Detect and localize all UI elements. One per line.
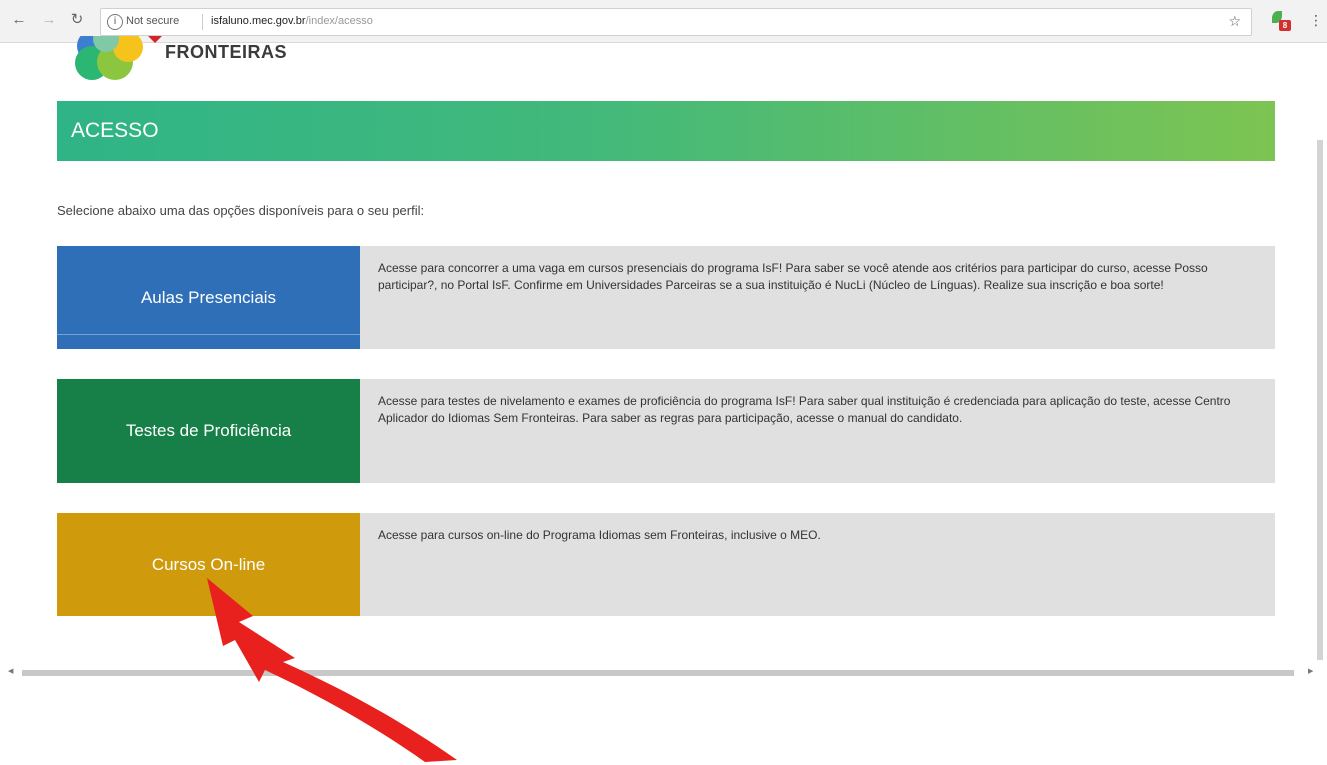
cursos-online-description: Acesse para cursos on-line do Programa I… [378, 528, 821, 542]
address-bar[interactable]: i Not secure isfaluno.mec.gov.br/index/a… [100, 8, 1252, 36]
brand-name: FRONTEIRAS [165, 42, 287, 62]
extension-badge: 8 [1279, 20, 1291, 31]
url-path: /index/acesso [305, 15, 373, 27]
aulas-presenciais-button[interactable]: Aulas Presenciais [57, 246, 360, 349]
red-arrow-icon [207, 578, 457, 762]
url-text[interactable]: isfaluno.mec.gov.br/index/acesso [211, 15, 373, 27]
security-label[interactable]: Not secure [126, 15, 179, 27]
info-icon[interactable]: i [107, 14, 123, 30]
star-icon[interactable]: ☆ [1228, 13, 1241, 30]
button-divider [57, 334, 360, 335]
vertical-scrollbar[interactable] [1317, 140, 1323, 660]
testes-proficiencia-description: Acesse para testes de nivelamento e exam… [378, 394, 1231, 425]
forward-icon[interactable]: → [40, 11, 58, 29]
option-testes-proficiencia: Testes de Proficiência Acesse para teste… [57, 379, 1275, 483]
testes-proficiencia-button[interactable]: Testes de Proficiência [57, 379, 360, 483]
extension-icon[interactable]: 8 [1271, 11, 1293, 31]
arrow-shape [207, 578, 457, 762]
browser-toolbar: ← → ↻ i Not secure isfaluno.mec.gov.br/i… [0, 0, 1327, 43]
address-divider [202, 14, 203, 30]
reload-icon[interactable]: ↻ [68, 11, 86, 29]
aulas-presenciais-description: Acesse para concorrer a uma vaga em curs… [378, 261, 1208, 292]
aulas-presenciais-label: Aulas Presenciais [140, 287, 277, 307]
url-host: isfaluno.mec.gov.br [211, 15, 306, 27]
page-title: ACESSO [71, 119, 159, 142]
testes-proficiencia-label: Testes de Proficiência [125, 421, 292, 440]
scroll-left-icon[interactable]: ◀ [8, 667, 13, 675]
scroll-right-icon[interactable]: ▶ [1308, 667, 1313, 675]
brand-mark-icon [148, 36, 162, 43]
menu-icon[interactable]: ⋮ [1309, 12, 1323, 29]
back-icon[interactable]: ← [10, 11, 28, 29]
section-banner: ACESSO [57, 101, 1275, 161]
site-logo-icon[interactable] [75, 36, 155, 82]
intro-text: Selecione abaixo uma das opções disponív… [57, 203, 425, 218]
option-aulas-presenciais: Aulas Presenciais Acesse para concorrer … [57, 246, 1275, 349]
